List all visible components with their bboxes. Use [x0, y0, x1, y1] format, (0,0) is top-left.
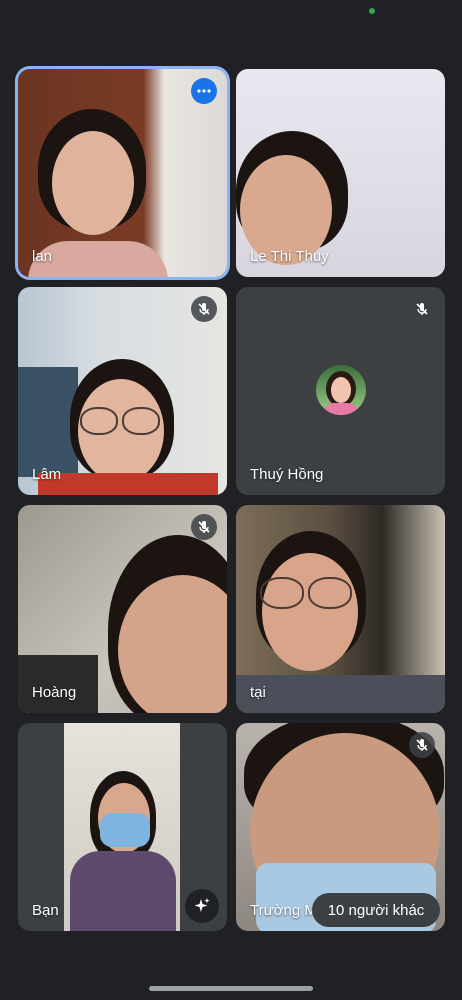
participant-video-body — [236, 675, 445, 713]
mic-off-icon — [416, 303, 428, 315]
participant-video-glasses-right — [308, 577, 352, 609]
avatar-face — [331, 377, 351, 403]
mic-off-indicator — [191, 514, 217, 540]
participant-tile-le-thi-thuy[interactable]: Le Thi Thuy — [236, 69, 445, 277]
more-options-button[interactable] — [191, 78, 217, 104]
participant-video-body — [38, 473, 218, 495]
participant-name: Trường M — [250, 902, 317, 919]
more-participants-button[interactable]: 10 người khác — [312, 893, 440, 927]
mic-off-icon — [416, 739, 428, 751]
participant-tile-self[interactable]: Bạn — [18, 723, 227, 931]
participant-name: Le Thi Thuy — [250, 248, 329, 265]
participant-video-body — [70, 851, 176, 931]
sparkle-effects-icon — [194, 898, 210, 912]
more-options-icon — [197, 89, 211, 93]
visual-effects-button[interactable] — [185, 889, 219, 923]
participant-video-glasses-left — [80, 407, 118, 435]
participant-tile-lan[interactable]: lan — [18, 69, 227, 277]
participant-video-face — [52, 131, 134, 235]
participant-video-face — [262, 553, 358, 671]
participant-name: lan — [32, 248, 53, 265]
participant-tile-thuy-hong[interactable]: Thuý Hồng — [236, 287, 445, 495]
participant-avatar — [316, 365, 366, 415]
mic-off-indicator — [409, 732, 435, 758]
participant-name: Thuý Hồng — [250, 466, 324, 483]
mic-off-indicator — [191, 296, 217, 322]
avatar-body — [324, 403, 358, 415]
participant-name: Hoàng — [32, 684, 77, 701]
mic-off-icon — [198, 303, 210, 315]
participant-name: Bạn — [32, 902, 59, 919]
participant-video-glasses-right — [122, 407, 160, 435]
participant-tile-lam[interactable]: Lâm — [18, 287, 227, 495]
status-indicator-dot — [369, 8, 375, 14]
participant-tile-tai[interactable]: tại — [236, 505, 445, 713]
self-video-frame — [64, 723, 180, 931]
participant-tile-hoang[interactable]: Hoàng — [18, 505, 227, 713]
participant-video-glasses-left — [260, 577, 304, 609]
participant-video-face-mask — [100, 813, 150, 847]
mic-off-indicator — [409, 296, 435, 322]
participant-name: tại — [250, 684, 266, 701]
mic-off-icon — [198, 521, 210, 533]
participant-video-shelf — [18, 367, 78, 477]
participant-name: Lâm — [32, 466, 62, 483]
home-gesture-bar[interactable] — [149, 986, 313, 991]
